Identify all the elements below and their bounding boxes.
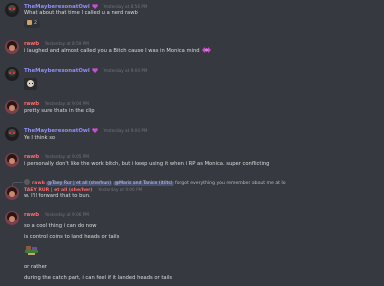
avatar[interactable] — [5, 186, 19, 200]
author-name[interactable]: rawb — [24, 101, 39, 107]
author-name[interactable]: TheMayberesonatOwl — [24, 68, 90, 74]
timestamp: Yesterday at 9:04 PM — [103, 128, 148, 133]
message-text-content: i laughed and almost called you a Bitch … — [24, 48, 200, 54]
message-5: TheMayberesonatOwl Yesterday at 9:04 PM … — [0, 127, 384, 147]
message-1: TheMayberesonatOwl Yesterday at 8:56 PM … — [0, 3, 384, 33]
author-name[interactable]: rawb — [24, 212, 39, 218]
author-name[interactable]: rawb — [24, 154, 39, 160]
author-name[interactable]: TheMayberesonatOwl — [24, 128, 90, 134]
heart-badge-icon — [92, 4, 98, 9]
emoji-icon — [202, 47, 212, 53]
heart-badge-icon — [92, 68, 98, 73]
message-6: rawb Yesterday at 9:05 PM i personally d… — [0, 153, 384, 173]
timestamp: Yesterday at 9:04 PM — [44, 101, 89, 106]
message-text: What about that time I called u a nerd r… — [24, 10, 138, 16]
message-text: so a cool thing i can do now — [24, 223, 97, 229]
message-header: rawb Yesterday at 9:06 PM — [24, 211, 89, 219]
message-header: TheMayberesonatOwl Yesterday at 9:04 PM — [24, 67, 147, 75]
message-8: rawb Yesterday at 9:06 PM so a cool thin… — [0, 211, 384, 286]
reply-text: forgot everything you remember about me … — [174, 181, 286, 186]
timestamp: Yesterday at 9:05 PM — [44, 154, 89, 159]
timestamp: Yesterday at 8:59 PM — [44, 41, 89, 46]
heart-badge-icon — [92, 128, 98, 133]
reaction-emoji-icon — [27, 20, 32, 25]
reaction-count: 2 — [34, 21, 38, 26]
message-7: rawb @Taey Rur | et all (she/hun) @Maris… — [0, 178, 384, 208]
message-3: TheMayberesonatOwl Yesterday at 9:04 PM — [0, 67, 384, 93]
reply-avatar — [24, 179, 30, 185]
avatar[interactable] — [5, 100, 19, 114]
message-text: is control coins to land heads or tails — [24, 234, 120, 240]
custom-emoji-icon — [24, 78, 37, 90]
avatar[interactable] — [5, 211, 19, 225]
pixel-emoji-icon — [24, 245, 40, 256]
reaction[interactable]: 2 — [24, 20, 41, 28]
timestamp: Yesterday at 9:04 PM — [103, 68, 148, 73]
avatar[interactable] — [5, 67, 19, 81]
message-text: i personally don't like the work bitch, … — [24, 161, 270, 167]
message-4: rawb Yesterday at 9:04 PM pretty sure th… — [0, 100, 384, 120]
avatar[interactable] — [5, 127, 19, 141]
message-header: TheMayberesonatOwl Yesterday at 9:04 PM — [24, 127, 147, 135]
avatar[interactable] — [5, 153, 19, 167]
message-header: rawb Yesterday at 9:04 PM — [24, 100, 89, 108]
timestamp: Yesterday at 9:06 PM — [44, 212, 89, 217]
message-text: i laughed and almost called you a Bitch … — [24, 47, 212, 55]
avatar[interactable] — [5, 40, 19, 54]
avatar[interactable] — [5, 3, 19, 17]
message-text: pretty sure thats in the clip — [24, 108, 95, 114]
message-text: Ye I think so — [24, 135, 56, 141]
message-text: or rather — [24, 264, 47, 270]
message-2: rawb Yesterday at 8:59 PM i laughed and … — [0, 40, 384, 60]
timestamp: Yesterday at 8:56 PM — [103, 4, 148, 9]
message-text: during the catch part, i can feel if it … — [24, 275, 173, 281]
message-text: w. I'll forward that to bun. — [24, 193, 91, 199]
timestamp: Yesterday at 9:06 PM — [98, 187, 143, 192]
message-header: rawb Yesterday at 9:05 PM — [24, 153, 89, 161]
